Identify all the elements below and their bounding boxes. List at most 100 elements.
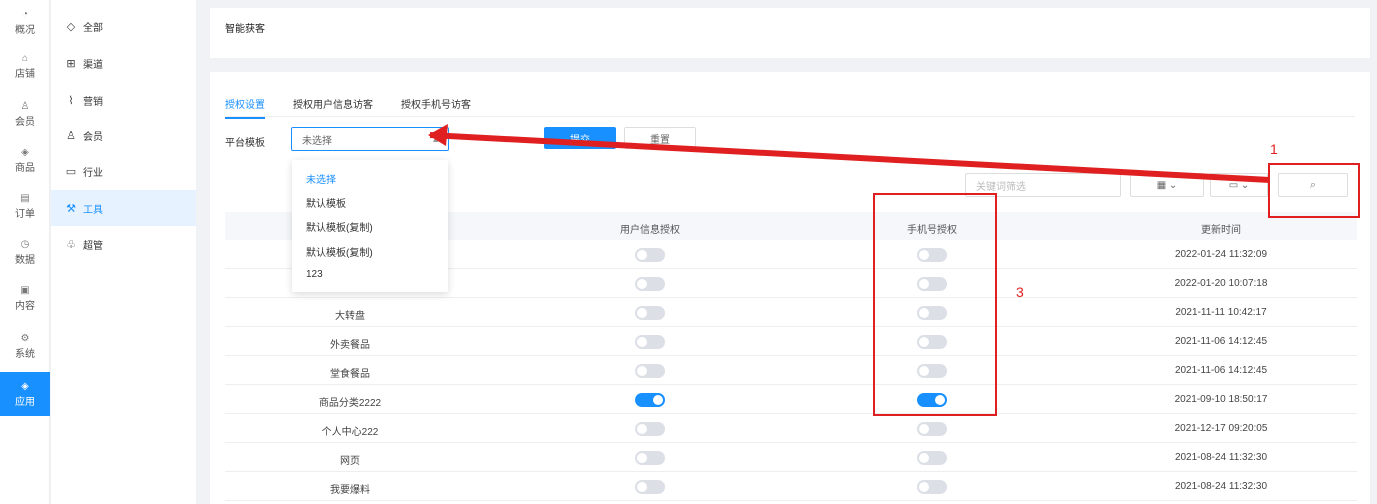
chevron-up-icon: ▲	[431, 134, 440, 144]
row-updated-time: 2021-11-06 14:12:45	[1174, 365, 1268, 376]
template-dropdown: 未选择 默认模板 默认模板(复制) 默认模板(复制) 123	[292, 160, 448, 292]
table-row: 我要爆料 2021-08-24 11:32:30	[225, 472, 1357, 501]
rail-item-member[interactable]: ♙ 会员	[0, 92, 50, 136]
user-auth-switch[interactable]	[635, 306, 665, 320]
sidebar-item-channel[interactable]: ⊞ 渠道	[51, 45, 196, 81]
row-name: 网页	[340, 456, 360, 467]
dropdown-option[interactable]: 123	[306, 269, 323, 280]
rail-item-store[interactable]: ⌂ 店铺	[0, 44, 50, 88]
rail-item-label: 商品	[15, 162, 35, 174]
dropdown-option[interactable]: 默认模板(复制)	[306, 244, 373, 259]
row-updated-time: 2021-11-11 10:42:17	[1175, 307, 1267, 318]
user-icon: ♙	[66, 129, 76, 142]
row-updated-time: 2022-01-20 10:07:18	[1174, 278, 1268, 289]
annotation-label-1: 1	[1270, 141, 1278, 157]
shop-icon: ▭	[65, 165, 77, 178]
row-name: 我要爆料	[330, 485, 370, 496]
rail-item-overview[interactable]: ◔ 概况	[0, 0, 50, 44]
table-row: 个人中心222 2021-12-17 09:20:05	[225, 414, 1357, 443]
tab-divider	[225, 116, 1355, 117]
reset-button[interactable]: 重置	[624, 127, 696, 149]
user-auth-switch[interactable]	[635, 393, 665, 407]
dropdown-option[interactable]: 默认模板(复制)	[306, 219, 373, 234]
template-label: 平台模板	[225, 138, 265, 149]
user-auth-switch[interactable]	[635, 422, 665, 436]
admin-icon: ♧	[66, 238, 76, 251]
annotation-box-search	[1268, 163, 1360, 218]
box-icon: ◈	[21, 146, 29, 158]
column-header-user-auth: 用户信息授权	[620, 225, 680, 236]
template-select[interactable]: 未选择 ▲	[291, 127, 449, 151]
sidebar-item-label: 营销	[83, 96, 103, 108]
phone-auth-switch[interactable]	[917, 451, 947, 465]
sidebar-item-label: 渠道	[83, 59, 103, 71]
table-row: 堂食餐品 2021-11-06 14:12:45	[225, 356, 1357, 385]
sidebar-item-label: 全部	[83, 22, 103, 34]
sidebar-item-industry[interactable]: ▭ 行业	[51, 153, 196, 189]
rail-item-label: 应用	[15, 396, 35, 408]
sub-nav-sidebar: ◇ 全部 ⊞ 渠道 ⌇ 营销 ♙ 会员 ▭ 行业 ⚒ 工具 ♧ 超管	[51, 0, 196, 504]
column-header-updated: 更新时间	[1201, 225, 1241, 236]
sidebar-item-label: 工具	[83, 204, 103, 216]
main-content: 授权设置 授权用户信息访客 授权手机号访客 平台模板 未选择 ▲ 提交 重置 未…	[210, 72, 1370, 504]
row-name: 商品分类2222	[318, 398, 382, 409]
sidebar-item-member[interactable]: ♙ 会员	[51, 117, 196, 153]
page-title: 智能获客	[225, 24, 265, 35]
rail-item-label: 订单	[15, 208, 35, 220]
row-name: 大转盘	[335, 311, 365, 322]
grid-icon: ▦ ⌄	[1156, 179, 1178, 191]
row-updated-time: 2022-01-24 11:32:09	[1174, 249, 1268, 260]
template-select-value: 未选择	[302, 135, 332, 147]
rail-item-content[interactable]: ▣ 内容	[0, 276, 50, 320]
keyword-filter-placeholder: 关键词筛选	[976, 181, 1026, 193]
rail-item-label: 店铺	[15, 68, 35, 80]
row-name: 外卖餐品	[330, 340, 370, 351]
rail-item-goods[interactable]: ◈ 商品	[0, 138, 50, 182]
row-updated-time: 2021-12-17 09:20:05	[1174, 423, 1268, 434]
grid-view-button[interactable]: ▦ ⌄	[1130, 173, 1204, 197]
rail-item-data[interactable]: ◷ 数据	[0, 230, 50, 274]
sidebar-item-label: 超管	[83, 240, 103, 252]
user-auth-switch[interactable]	[635, 364, 665, 378]
sidebar-item-all[interactable]: ◇ 全部	[51, 8, 196, 44]
user-auth-switch[interactable]	[635, 451, 665, 465]
sidebar-item-tools[interactable]: ⚒ 工具	[51, 190, 196, 226]
image-icon: ▣	[20, 284, 30, 296]
phone-auth-switch[interactable]	[917, 480, 947, 494]
row-updated-time: 2021-08-24 11:32:30	[1174, 452, 1268, 463]
row-name: 个人中心222	[321, 427, 379, 438]
annotation-box-phone-column	[873, 193, 997, 416]
user-icon: ♙	[20, 100, 30, 112]
clipboard-icon: ▤	[20, 192, 30, 204]
rail-item-apps[interactable]: ◈ 应用	[0, 372, 50, 416]
user-auth-switch[interactable]	[635, 335, 665, 349]
gear-icon: ⚙	[20, 332, 30, 344]
row-updated-time: 2021-09-10 18:50:17	[1174, 394, 1268, 405]
submit-button[interactable]: 提交	[544, 127, 616, 149]
page-header: 智能获客	[210, 8, 1370, 58]
user-auth-switch[interactable]	[635, 480, 665, 494]
row-updated-time: 2021-11-06 14:12:45	[1174, 336, 1268, 347]
rail-item-label: 数据	[15, 254, 35, 266]
table-row: 网页 2021-08-24 11:32:30	[225, 443, 1357, 472]
sidebar-item-label: 行业	[83, 167, 103, 179]
user-auth-switch[interactable]	[635, 277, 665, 291]
row-name: 堂食餐品	[330, 369, 370, 380]
phone-auth-switch[interactable]	[917, 422, 947, 436]
rail-item-label: 概况	[15, 24, 35, 36]
app-icon: ◈	[21, 380, 29, 392]
dashboard-icon: ◔	[21, 8, 29, 20]
folder-button[interactable]: ▭ ⌄	[1210, 173, 1268, 197]
rail-item-label: 系统	[15, 348, 35, 360]
user-auth-switch[interactable]	[635, 248, 665, 262]
table-row: 大转盘 2021-11-11 10:42:17	[225, 298, 1357, 327]
dropdown-option[interactable]: 默认模板	[306, 195, 346, 210]
sidebar-item-admin[interactable]: ♧ 超管	[51, 226, 196, 262]
main-nav-rail: ◔ 概况 ⌂ 店铺 ♙ 会员 ◈ 商品 ▤ 订单 ◷ 数据 ▣ 内容 ⚙ 系统 …	[0, 0, 50, 504]
dropdown-option[interactable]: 未选择	[306, 171, 336, 186]
sidebar-item-marketing[interactable]: ⌇ 营销	[51, 82, 196, 118]
cube-icon: ◇	[66, 20, 76, 33]
rail-item-order[interactable]: ▤ 订单	[0, 184, 50, 228]
folder-icon: ▭ ⌄	[1228, 179, 1250, 191]
rail-item-system[interactable]: ⚙ 系统	[0, 324, 50, 368]
